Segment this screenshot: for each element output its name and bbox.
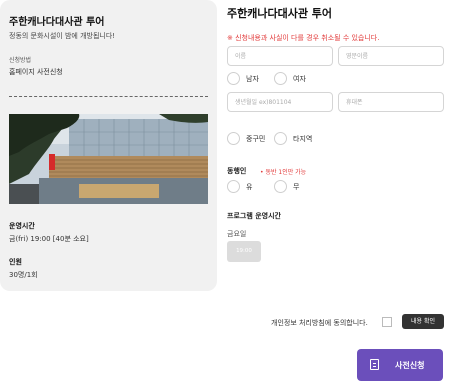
companion-yes-radio[interactable]: [227, 180, 240, 193]
gender-male-label: 남자: [246, 75, 259, 83]
tour-info-card: 주한캐나다대사관 투어 정동의 문화시설이 밤에 개방됩니다! 신청방법 홈페이…: [0, 0, 217, 291]
english-name-input[interactable]: [338, 46, 444, 66]
gender-female-label: 여자: [293, 75, 306, 83]
district-junggu-label: 중구민: [246, 135, 266, 143]
birthdate-input[interactable]: [227, 92, 333, 112]
method-label: 신청방법: [9, 57, 32, 64]
method-value: 홈페이지 사전신청: [9, 68, 63, 76]
capacity-label: 인원: [9, 258, 22, 266]
submit-button[interactable]: 사전신청: [357, 349, 443, 381]
embassy-photo: [9, 114, 208, 204]
divider: [9, 96, 208, 97]
gender-female-radio[interactable]: [274, 72, 287, 85]
notice-text: ※ 신청내용과 사실이 다를 경우 취소될 수 있습니다.: [227, 34, 380, 42]
schedule-day: 금요일: [227, 230, 247, 238]
phone-input[interactable]: [338, 92, 444, 112]
companion-no-radio[interactable]: [274, 180, 287, 193]
agree-checkbox[interactable]: [382, 317, 392, 327]
schedule-label: 프로그램 운영시간: [227, 212, 281, 220]
form-title: 주한캐나다대사관 투어: [227, 7, 333, 20]
capacity-value: 30명/1회: [9, 271, 38, 279]
agree-text: 개인정보 처리방침에 동의합니다.: [271, 319, 368, 327]
time-slot-button[interactable]: 19:00: [227, 241, 261, 262]
hours-label: 운영시간: [9, 222, 35, 230]
tour-title: 주한캐나다대사관 투어: [9, 17, 105, 28]
district-junggu-radio[interactable]: [227, 132, 240, 145]
tour-subtitle: 정동의 문화시설이 밤에 개방됩니다!: [9, 32, 116, 40]
name-input[interactable]: [227, 46, 333, 66]
hours-value: 금(fri) 19:00 [40분 소요]: [9, 235, 89, 243]
view-terms-button[interactable]: 내용 확인: [402, 314, 444, 329]
companion-no-label: 무: [293, 183, 300, 191]
district-other-label: 타지역: [293, 135, 313, 143]
companion-yes-label: 유: [246, 183, 253, 191]
submit-label: 사전신청: [395, 361, 425, 370]
district-other-radio[interactable]: [274, 132, 287, 145]
companion-note: • 동반 1인만 가능: [260, 169, 307, 176]
document-icon: [370, 359, 379, 370]
gender-male-radio[interactable]: [227, 72, 240, 85]
companion-label: 동행인: [227, 167, 247, 175]
